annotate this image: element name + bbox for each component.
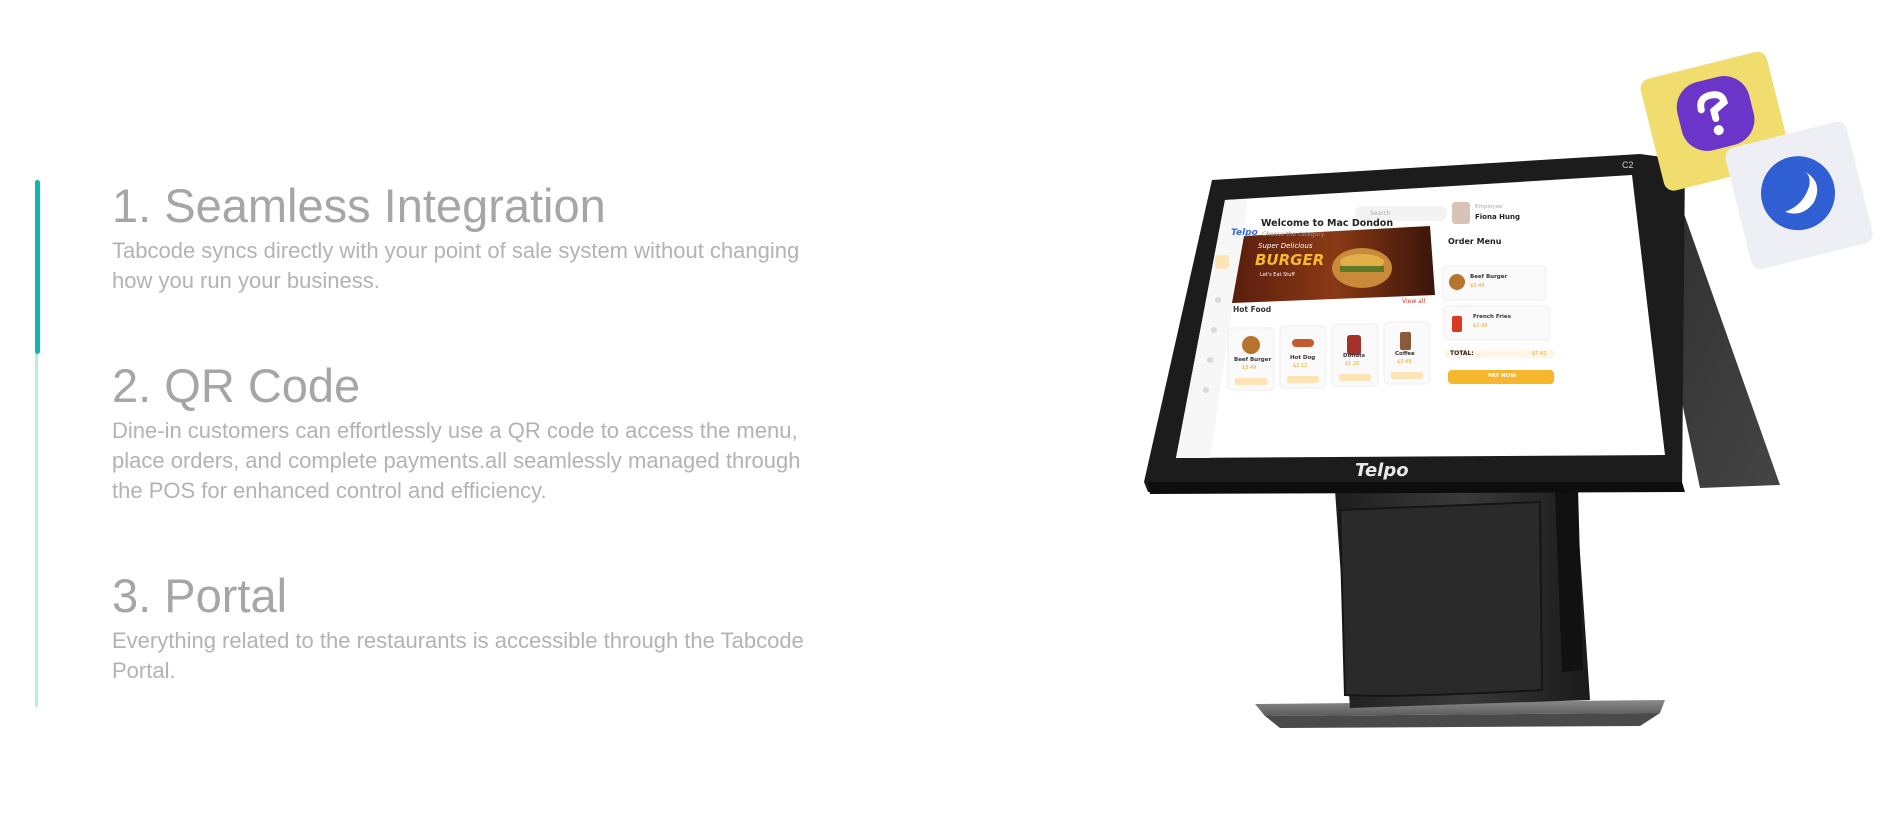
view-all-link: View all bbox=[1402, 298, 1426, 305]
screen-welcome: Welcome to Mac Dondon bbox=[1261, 218, 1394, 229]
feature-title: 1. Seamless Integration bbox=[112, 179, 606, 232]
app-badges bbox=[1640, 51, 1873, 270]
food-item-price: $3.49 bbox=[1397, 359, 1412, 365]
screen-brand-logo: Telpo bbox=[1231, 228, 1258, 238]
employee-label: Employee bbox=[1475, 204, 1503, 210]
pos-device-illustration: Telpo Welcome to Mac Dondon Choose the c… bbox=[1100, 30, 1893, 750]
food-item-name: Hot Dog bbox=[1290, 355, 1316, 361]
order-total-label: TOTAL: bbox=[1450, 350, 1474, 357]
feature-title: 3. Portal bbox=[112, 569, 288, 622]
pay-now-label: PAY NOW bbox=[1488, 373, 1517, 379]
feature-description: Dine-in customers can effortlessly use a… bbox=[112, 418, 801, 503]
food-item-price: $3.49 bbox=[1242, 365, 1257, 371]
employee-name: Fiona Hung bbox=[1475, 213, 1520, 221]
feature-portal[interactable]: 3. Portal Everything related to the rest… bbox=[112, 568, 892, 686]
section-hot-food: Hot Food bbox=[1233, 305, 1272, 314]
order-item-price: $2.49 bbox=[1473, 323, 1488, 329]
feature-description: Tabcode syncs directly with your point o… bbox=[112, 238, 800, 293]
integration-section: 1. Seamless Integration Tabcode syncs di… bbox=[0, 0, 1893, 817]
food-item-name: Coffee bbox=[1395, 351, 1415, 357]
order-item-name: Beef Burger bbox=[1470, 274, 1508, 280]
feature-seamless-integration[interactable]: 1. Seamless Integration Tabcode syncs di… bbox=[112, 178, 892, 296]
feature-qr-code[interactable]: 2. QR Code Dine-in customers can effortl… bbox=[112, 358, 892, 506]
feature-description: Everything related to the restaurants is… bbox=[112, 628, 804, 683]
food-item-price: $2.12 bbox=[1293, 363, 1308, 369]
order-item-price: $3.49 bbox=[1470, 283, 1485, 289]
order-menu-title: Order Menu bbox=[1448, 237, 1502, 246]
order-item-name: French Fries bbox=[1473, 314, 1511, 320]
feature-progress-indicator bbox=[35, 180, 40, 354]
food-item-price: $1.20 bbox=[1345, 361, 1360, 367]
food-item-name: Beef Burger bbox=[1234, 357, 1272, 363]
banner-line2: BURGER bbox=[1255, 251, 1325, 269]
banner-line3: Let's Eat Stuff bbox=[1260, 272, 1295, 278]
order-total-value: $7.42 bbox=[1532, 351, 1547, 357]
banner-line1: Super Delicious bbox=[1258, 242, 1313, 250]
food-item-name: Donuts bbox=[1343, 353, 1366, 359]
bezel-logo: Telpo bbox=[1355, 460, 1409, 481]
feature-title: 2. QR Code bbox=[112, 359, 361, 412]
screen-search-placeholder: Search bbox=[1370, 210, 1391, 217]
screen-subtitle: Choose the category bbox=[1262, 231, 1325, 238]
